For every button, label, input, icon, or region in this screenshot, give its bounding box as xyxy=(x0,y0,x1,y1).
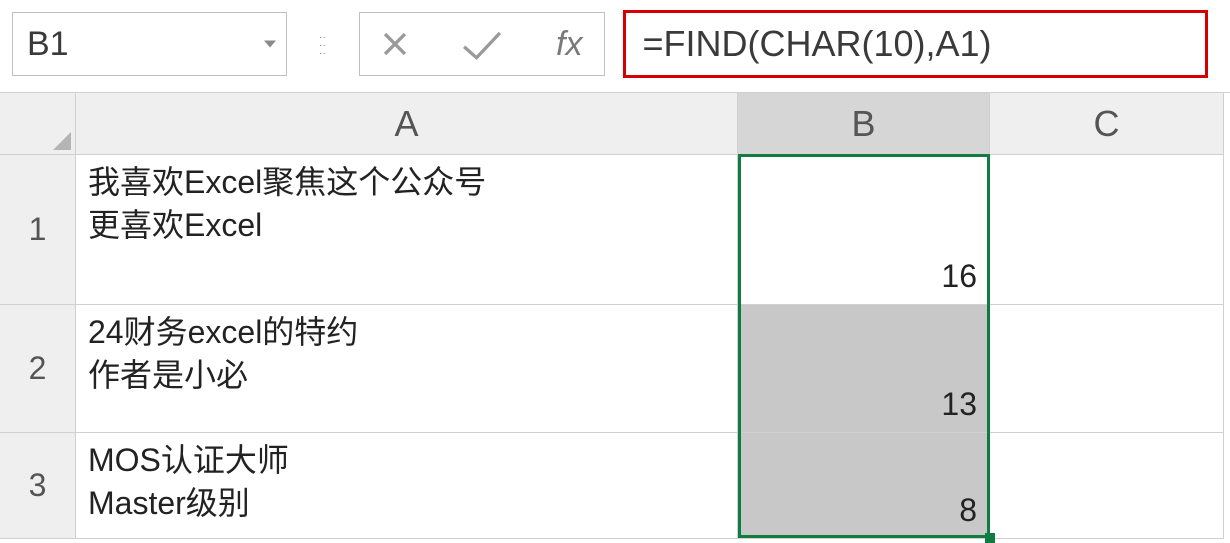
cancel-icon[interactable] xyxy=(378,27,412,61)
formula-input[interactable]: =FIND(CHAR(10),A1) xyxy=(623,10,1208,78)
cell-b2[interactable]: 13 xyxy=(738,305,990,433)
cell-c1[interactable] xyxy=(990,155,1224,305)
cell-b1[interactable]: 16 xyxy=(738,155,990,305)
insert-function-button[interactable]: fx xyxy=(552,25,586,64)
formula-bar: B1 ‥‥‥ fx =FIND(CHAR(10),A1) xyxy=(0,0,1230,92)
formula-toolbar: fx xyxy=(359,12,605,76)
cell-b3[interactable]: 8 xyxy=(738,433,990,539)
enter-icon[interactable] xyxy=(460,27,504,61)
cell-a2[interactable]: 24财务excel的特约 作者是小必 xyxy=(76,305,738,433)
chevron-down-icon[interactable] xyxy=(264,41,276,48)
formula-text: =FIND(CHAR(10),A1) xyxy=(642,23,991,65)
col-header-c[interactable]: C xyxy=(990,93,1224,155)
spreadsheet: A B C 1 我喜欢Excel聚焦这个公众号 更喜欢Excel 16 2 24… xyxy=(0,92,1230,539)
col-header-b[interactable]: B xyxy=(738,93,990,155)
cell-c3[interactable] xyxy=(990,433,1224,539)
row-header-3[interactable]: 3 xyxy=(0,433,76,539)
row-header-1[interactable]: 1 xyxy=(0,155,76,305)
expand-formula-bar-handle[interactable]: ‥‥‥ xyxy=(305,12,341,76)
name-box-value: B1 xyxy=(27,25,69,64)
cell-c2[interactable] xyxy=(990,305,1224,433)
col-header-a[interactable]: A xyxy=(76,93,738,155)
name-box[interactable]: B1 xyxy=(12,12,287,76)
cell-a3[interactable]: MOS认证大师 Master级别 xyxy=(76,433,738,539)
row-header-2[interactable]: 2 xyxy=(0,305,76,433)
select-all-corner[interactable] xyxy=(0,93,76,155)
cell-a1[interactable]: 我喜欢Excel聚焦这个公众号 更喜欢Excel xyxy=(76,155,738,305)
